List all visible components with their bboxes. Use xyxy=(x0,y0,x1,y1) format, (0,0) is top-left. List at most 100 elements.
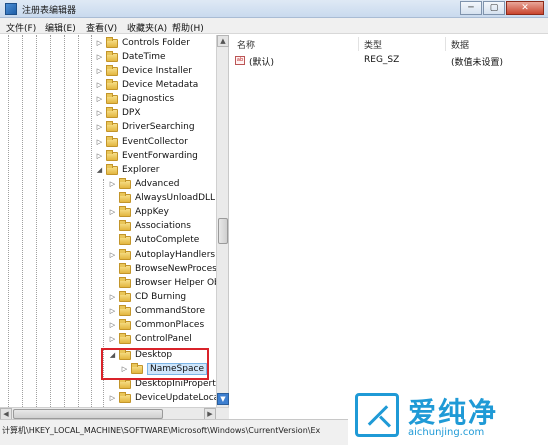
tree-item[interactable]: ▷ DriverSearching xyxy=(95,120,195,134)
value-type: REG_SZ xyxy=(364,55,400,65)
tree-item[interactable]: ▷ CommandStore xyxy=(108,304,205,318)
tree-item[interactable]: BrowseNewProcess xyxy=(108,262,222,276)
folder-icon xyxy=(106,36,118,48)
folder-icon xyxy=(119,191,131,203)
watermark: 爱纯净 aichunjing.com xyxy=(348,387,548,445)
expand-icon[interactable]: ▷ xyxy=(120,365,129,373)
tree-item[interactable]: ▷ Device Installer xyxy=(95,64,192,78)
tree-item[interactable]: ▷ DateTime xyxy=(95,50,166,64)
menu-help[interactable]: 帮助(H) xyxy=(172,21,204,34)
tree-item[interactable]: ▷ Device Metadata xyxy=(95,78,198,92)
expand-icon[interactable]: ▷ xyxy=(95,152,104,160)
window-title: 注册表编辑器 xyxy=(22,6,77,16)
folder-icon xyxy=(106,106,118,118)
maximize-button[interactable]: ▢ xyxy=(483,1,505,15)
expand-icon[interactable]: ▷ xyxy=(108,180,117,188)
folder-icon xyxy=(106,92,118,104)
tree-item-label: Associations xyxy=(135,221,191,231)
folder-icon xyxy=(119,377,131,389)
expand-icon[interactable]: ▷ xyxy=(108,394,117,402)
tree-item[interactable]: ▷ CD Burning xyxy=(108,290,186,304)
folder-icon xyxy=(119,219,131,231)
tree-item[interactable]: AlwaysUnloadDLL xyxy=(108,191,215,205)
watermark-url: aichunjing.com xyxy=(408,427,485,438)
expand-icon[interactable]: ▷ xyxy=(108,307,117,315)
tree-item[interactable]: ▷ Controls Folder xyxy=(95,36,190,50)
minimize-button[interactable]: ─ xyxy=(460,1,482,15)
tree-item[interactable]: ▷ DeviceUpdateLocati xyxy=(108,391,225,405)
expand-icon[interactable]: ▷ xyxy=(95,39,104,47)
value-data: (数值未设置) xyxy=(451,58,504,68)
tree-item[interactable]: ▷ AutoplayHandlers xyxy=(108,248,215,262)
scroll-thumb[interactable] xyxy=(218,218,228,244)
tree-item-label: Desktop xyxy=(135,350,173,360)
tree-item-label: BrowseNewProcess xyxy=(135,264,222,274)
tree-item-label: AutoComplete xyxy=(135,235,200,245)
expand-icon[interactable]: ▷ xyxy=(95,53,104,61)
registry-tree[interactable]: ▷ Controls Folder ▷ DateTime ▷ Device Insta… xyxy=(0,35,229,407)
tree-item-explorer[interactable]: ◢ Explorer xyxy=(95,163,159,177)
scroll-down-arrow-icon[interactable]: ▼ xyxy=(217,393,229,405)
tree-item-label: Explorer xyxy=(122,165,160,175)
folder-icon xyxy=(119,248,131,260)
menu-file[interactable]: 文件(F) xyxy=(6,21,36,34)
expand-icon[interactable]: ▷ xyxy=(95,67,104,75)
folder-icon xyxy=(119,262,131,274)
column-header-data[interactable]: 数据 xyxy=(451,38,469,51)
tree-item[interactable]: ▷ AppKey xyxy=(108,205,169,219)
menu-view[interactable]: 查看(V) xyxy=(86,21,117,34)
scroll-thumb[interactable] xyxy=(13,409,163,419)
tree-item-label: Browser Helper Obj xyxy=(135,278,223,288)
close-button[interactable]: ✕ xyxy=(506,1,544,15)
expand-icon[interactable]: ▷ xyxy=(108,293,117,301)
collapse-icon[interactable]: ◢ xyxy=(95,166,104,174)
value-name[interactable]: (默认) xyxy=(249,55,274,68)
tree-item[interactable]: ▷ DPX xyxy=(95,106,141,120)
tree-item[interactable]: AutoComplete xyxy=(108,233,199,247)
expand-icon[interactable]: ▷ xyxy=(108,335,117,343)
expand-icon[interactable]: ▷ xyxy=(108,321,117,329)
tree-item[interactable]: ▷ CommonPlaces xyxy=(108,318,204,332)
tree-item[interactable]: ▷ Advanced xyxy=(108,177,179,191)
column-header-name[interactable]: 名称 xyxy=(237,38,255,51)
folder-open-icon xyxy=(119,348,131,360)
tree-item[interactable]: Associations xyxy=(108,219,191,233)
scroll-up-arrow-icon[interactable]: ▲ xyxy=(217,35,229,47)
tree-item[interactable]: Browser Helper Obj xyxy=(108,276,222,290)
tree-item[interactable]: ▷ Diagnostics xyxy=(95,92,174,106)
tree-item-label: EventForwarding xyxy=(122,151,198,161)
tree-item-desktop[interactable]: ◢ Desktop xyxy=(108,348,172,362)
expand-icon[interactable]: ▷ xyxy=(95,81,104,89)
folder-icon xyxy=(106,50,118,62)
folder-open-icon xyxy=(106,163,118,175)
expand-icon[interactable]: ▷ xyxy=(108,251,117,259)
tree-item-label: CommonPlaces xyxy=(135,320,205,330)
tree-item-label: Device Installer xyxy=(122,66,192,76)
tree-item-label: DeviceUpdateLocati xyxy=(135,393,226,403)
tree-item-label: DesktopIniProperty xyxy=(135,379,222,389)
tree-item[interactable]: ▷ EventForwarding xyxy=(95,149,198,163)
tree-item-label: DPX xyxy=(122,108,141,118)
menu-favorites[interactable]: 收藏夹(A) xyxy=(127,21,167,34)
registry-path: 计算机\HKEY_LOCAL_MACHINE\SOFTWARE\Microsof… xyxy=(2,426,321,435)
tree-horizontal-scrollbar[interactable]: ◀ ▶ xyxy=(0,407,229,420)
menu-edit[interactable]: 编辑(E) xyxy=(45,21,76,34)
tree-item-label: AppKey xyxy=(135,207,169,217)
tree-item-label: CD Burning xyxy=(135,292,187,302)
collapse-icon[interactable]: ◢ xyxy=(108,351,117,359)
tree-item-label: Advanced xyxy=(135,179,180,189)
tree-item-label: Device Metadata xyxy=(122,80,199,90)
column-header-type[interactable]: 类型 xyxy=(364,38,382,51)
values-list[interactable]: 名称 类型 数据 ab (默认) REG_SZ (数值未设置) xyxy=(230,35,548,419)
tree-item[interactable]: ▷ EventCollector xyxy=(95,135,188,149)
expand-icon[interactable]: ▷ xyxy=(95,95,104,103)
tree-item[interactable]: ▷ ControlPanel xyxy=(108,332,192,346)
expand-icon[interactable]: ▷ xyxy=(95,138,104,146)
expand-icon[interactable]: ▷ xyxy=(95,109,104,117)
tree-item[interactable]: DesktopIniProperty xyxy=(108,377,221,391)
tree-item-namespace[interactable]: ▷ NameSpace xyxy=(120,362,207,376)
tree-item-label: ControlPanel xyxy=(135,334,192,344)
tree-vertical-scrollbar[interactable]: ▲ ▼ xyxy=(216,35,229,407)
expand-icon[interactable]: ▷ xyxy=(108,208,117,216)
expand-icon[interactable]: ▷ xyxy=(95,123,104,131)
